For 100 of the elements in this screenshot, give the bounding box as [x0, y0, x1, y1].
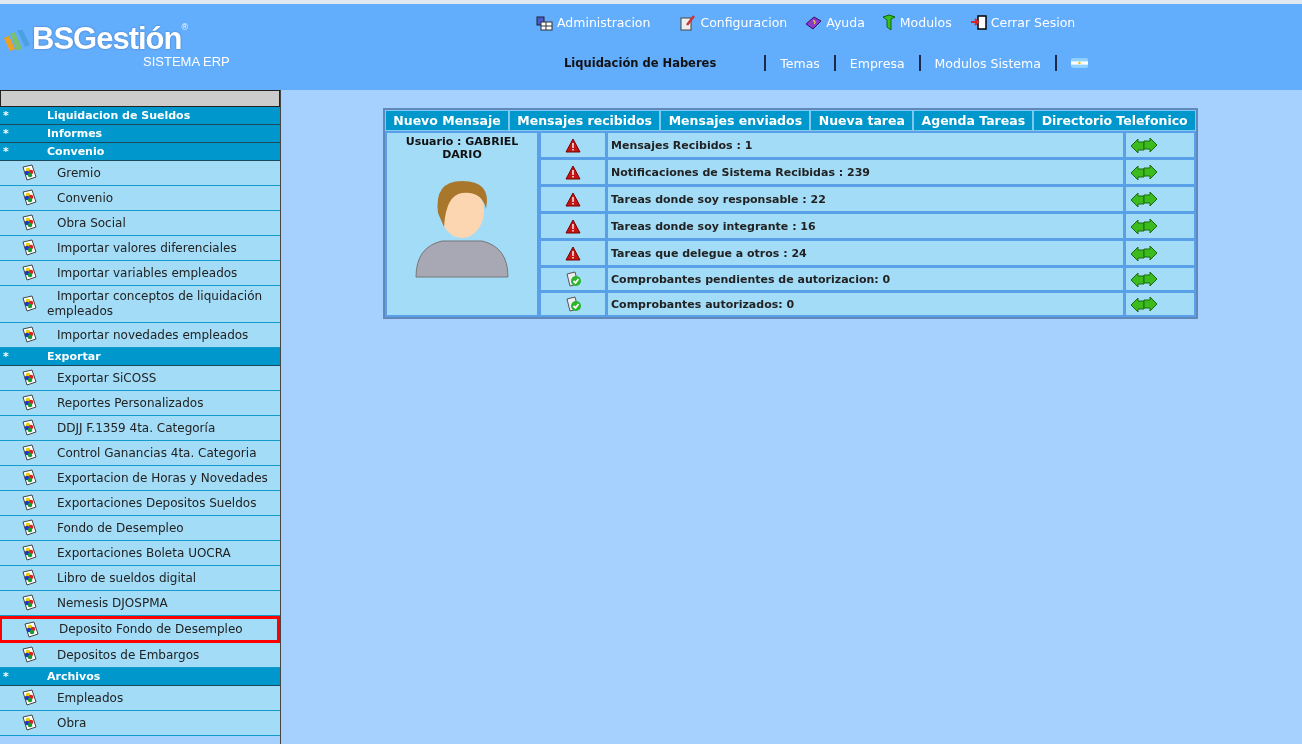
arrows-icon[interactable]	[1130, 218, 1158, 234]
item-label: Importar valores diferenciales	[56, 239, 238, 257]
document-icon	[19, 569, 38, 587]
item-label: Obra Social	[56, 214, 127, 232]
document-icon	[19, 295, 38, 313]
item-label: Libro de sueldos digital	[56, 569, 198, 587]
document-icon	[19, 189, 38, 207]
status-text: Comprobantes pendientes de autorizacion: 0	[610, 272, 891, 286]
item-label: Reportes Personalizados	[56, 394, 205, 412]
checked-document-icon	[564, 295, 582, 313]
status-text: Tareas que delegue a otros : 24	[610, 246, 807, 260]
book-icon	[805, 15, 823, 30]
status-text: Tareas donde soy responsable : 22	[610, 192, 826, 206]
sidebar-item[interactable]: Gremio	[0, 161, 280, 186]
sidebar-item[interactable]: Exportaciones Boleta UOCRA	[0, 541, 280, 566]
sidebar-item[interactable]: Empleados	[0, 686, 280, 711]
sidebar-item[interactable]: Exportacion de Horas y Novedades	[0, 466, 280, 491]
sidebar-item[interactable]: DDJJ F.1359 4ta. Categoría	[0, 416, 280, 441]
sidebar-item[interactable]: Obra Social	[0, 211, 280, 236]
item-label: Importar novedades empleados	[56, 326, 250, 344]
door-icon	[969, 15, 987, 30]
section-title: Informes	[47, 127, 103, 140]
document-icon	[19, 419, 38, 437]
sidebar-item[interactable]: Convenio	[0, 186, 280, 211]
sidebar-item[interactable]: Depositos de Embargos	[0, 643, 280, 668]
status-text: Comprobantes autorizados: 0	[610, 297, 795, 311]
arrows-icon[interactable]	[1130, 296, 1158, 312]
item-label: Exportaciones Depositos Sueldos	[56, 494, 258, 512]
sidebar-item[interactable]: Importar variables empleados	[0, 261, 280, 286]
section-title: Liquidacion de Sueldos	[47, 109, 191, 122]
sidebar-item[interactable]: Fondo de Desempleo	[0, 516, 280, 541]
sidebar-item[interactable]: Deposito Fondo de Desempleo	[0, 616, 280, 643]
item-label: Exportacion de Horas y Novedades	[56, 469, 269, 487]
document-icon	[19, 444, 38, 462]
sidebar-item[interactable]: Libro de sueldos digital	[0, 566, 280, 591]
section-title: Archivos	[47, 670, 101, 683]
module-title: Liquidación de Haberes	[564, 56, 717, 70]
registered-mark: ®	[181, 22, 189, 32]
sidebar-item[interactable]: Nemesis DJOSPMA	[0, 591, 280, 616]
arrows-icon[interactable]	[1130, 245, 1158, 261]
document-icon	[19, 544, 38, 562]
item-label: Exportaciones Boleta UOCRA	[56, 544, 232, 562]
item-label: Obra	[56, 714, 88, 732]
item-label: Convenio	[56, 189, 115, 207]
item-label: Gremio	[56, 164, 102, 182]
section-title: Exportar	[47, 350, 101, 363]
document-icon	[19, 689, 38, 707]
arrows-icon[interactable]	[1130, 271, 1158, 287]
logo-name: BSGestión	[32, 22, 182, 56]
sidebar-item[interactable]: Obra	[0, 711, 280, 736]
document-icon	[19, 394, 38, 412]
status-text: Mensajes Recibidos : 1	[610, 138, 753, 152]
sidebar-item[interactable]: Control Ganancias 4ta. Categoria	[0, 441, 280, 466]
building-icon	[536, 14, 553, 31]
item-label: DDJJ F.1359 4ta. Categoría	[56, 419, 217, 437]
document-icon	[19, 369, 38, 387]
item-label: Deposito Fondo de Desempleo	[58, 621, 244, 638]
item-label: Fondo de Desempleo	[56, 519, 185, 537]
arrows-icon[interactable]	[1130, 191, 1158, 207]
warning-icon	[565, 218, 581, 234]
arrow-icon	[880, 14, 896, 31]
sidebar-item[interactable]: Exportaciones Depositos Sueldos	[0, 491, 280, 516]
sidebar-item[interactable]: Exportar SiCOSS	[0, 366, 280, 391]
item-label: Nemesis DJOSPMA	[56, 594, 169, 612]
user-name: Usuario : GABRIEL DARIO	[404, 135, 520, 161]
item-label: Empleados	[56, 689, 125, 707]
document-icon	[21, 620, 40, 639]
item-label: Importar variables empleados	[56, 264, 239, 282]
checked-document-icon	[564, 270, 582, 288]
edit-icon	[680, 14, 697, 31]
sidebar-item[interactable]: Importar conceptos de liquidación empleados	[0, 286, 280, 323]
document-icon	[19, 214, 38, 232]
arrows-icon[interactable]	[1130, 164, 1158, 180]
document-icon	[19, 646, 38, 664]
document-icon	[19, 164, 38, 182]
warning-icon	[565, 164, 581, 180]
arrows-icon[interactable]	[1130, 137, 1158, 153]
warning-icon	[565, 191, 581, 207]
sidebar-item[interactable]: Importar valores diferenciales	[0, 236, 280, 261]
section-marker: *	[2, 127, 10, 140]
section-marker: *	[2, 670, 10, 683]
document-icon	[19, 714, 38, 732]
item-label: Exportar SiCOSS	[56, 369, 158, 387]
document-icon	[19, 469, 38, 487]
flag-icon[interactable]	[1070, 58, 1088, 68]
section-marker: *	[2, 109, 10, 122]
sidebar-item[interactable]: Reportes Personalizados	[0, 391, 280, 416]
document-icon	[19, 264, 38, 282]
document-icon	[19, 519, 38, 537]
document-icon	[19, 326, 38, 344]
section-marker: *	[2, 145, 10, 158]
document-icon	[19, 494, 38, 512]
item-label: Importar conceptos de liquidación empleados	[47, 288, 264, 320]
sidebar-item[interactable]: Importar novedades empleados	[0, 323, 280, 348]
status-text: Tareas donde soy integrante : 16	[610, 219, 816, 233]
document-icon	[19, 594, 38, 612]
warning-icon	[565, 137, 581, 153]
item-label: Control Ganancias 4ta. Categoria	[56, 444, 258, 462]
logo-icon	[4, 30, 32, 52]
logo-subtitle: SISTEMA ERP	[143, 54, 231, 69]
